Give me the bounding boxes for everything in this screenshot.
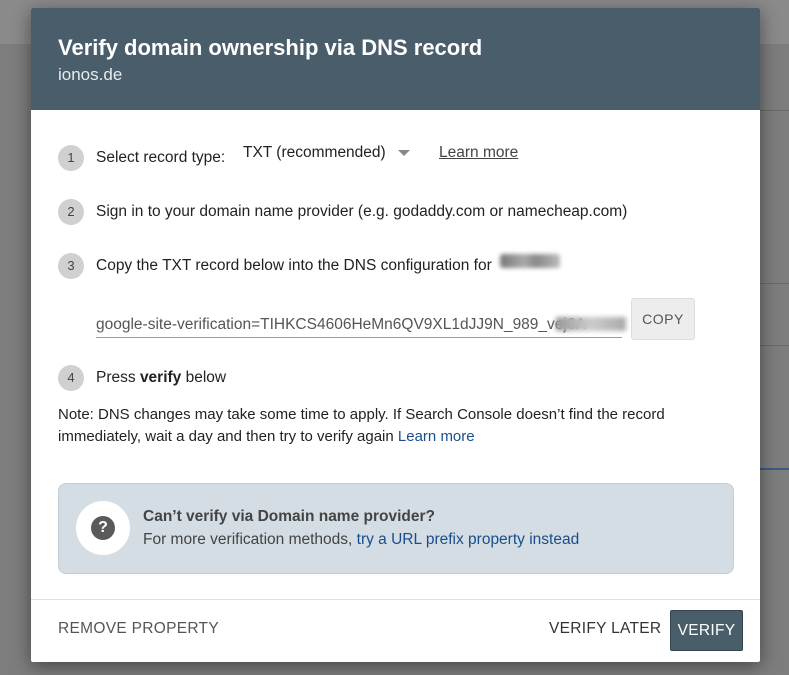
step-text-suffix: below: [181, 369, 227, 386]
verify-dialog: Verify domain ownership via DNS record i…: [31, 8, 760, 662]
dialog-subtitle: ionos.de: [58, 65, 123, 84]
copy-button[interactable]: COPY: [631, 298, 695, 340]
verify-later-button[interactable]: VERIFY LATER: [549, 620, 661, 638]
dialog-title: Verify domain ownership via DNS record: [58, 35, 483, 60]
redacted-record-part: [556, 317, 626, 331]
txt-record-field[interactable]: google-site-verification=TIHKCS4606HeMn6…: [96, 313, 622, 338]
dialog-header: Verify domain ownership via DNS record i…: [31, 8, 760, 110]
background-divider: [759, 345, 789, 346]
url-prefix-link[interactable]: try a URL prefix property instead: [357, 531, 580, 548]
help-icon-container: ?: [76, 501, 130, 555]
step-text: Press verify below: [96, 369, 226, 387]
txt-record-value: google-site-verification=TIHKCS4606HeMn6…: [96, 316, 586, 333]
learn-more-link[interactable]: Learn more: [439, 144, 518, 162]
dropdown-caret-icon[interactable]: [398, 150, 410, 156]
step-text: Select record type:: [96, 149, 226, 166]
footer-divider: [31, 599, 760, 600]
remove-property-button[interactable]: REMOVE PROPERTY: [58, 620, 219, 638]
verify-button[interactable]: VERIFY: [670, 610, 743, 651]
alt-desc-text: For more verification methods,: [143, 531, 353, 548]
step-number: 3: [58, 253, 84, 279]
background-divider: [759, 283, 789, 284]
alt-description: For more verification methods, try a URL…: [143, 531, 579, 549]
record-type-select[interactable]: TXT (recommended): [243, 144, 386, 162]
step-number: 2: [58, 199, 84, 225]
step-number: 1: [58, 145, 84, 171]
step-text: Sign in to your domain name provider (e.…: [96, 203, 628, 220]
background-accent-line: [759, 468, 789, 470]
note-text: Note: DNS changes may take some time to …: [58, 406, 665, 445]
alt-title: Can’t verify via Domain name provider?: [143, 508, 436, 525]
background-divider: [759, 110, 789, 111]
step-text: Copy the TXT record below into the DNS c…: [96, 257, 492, 274]
note-learn-more-link[interactable]: Learn more: [398, 428, 475, 445]
redacted-domain: [500, 254, 560, 268]
alternative-verification-box: ? Can’t verify via Domain name provider?…: [58, 483, 734, 574]
dns-note: Note: DNS changes may take some time to …: [58, 404, 718, 448]
step-text-bold: verify: [139, 369, 182, 386]
step-text-prefix: Press: [96, 369, 140, 386]
step-number: 4: [58, 365, 84, 391]
question-circle-icon: ?: [91, 516, 115, 540]
